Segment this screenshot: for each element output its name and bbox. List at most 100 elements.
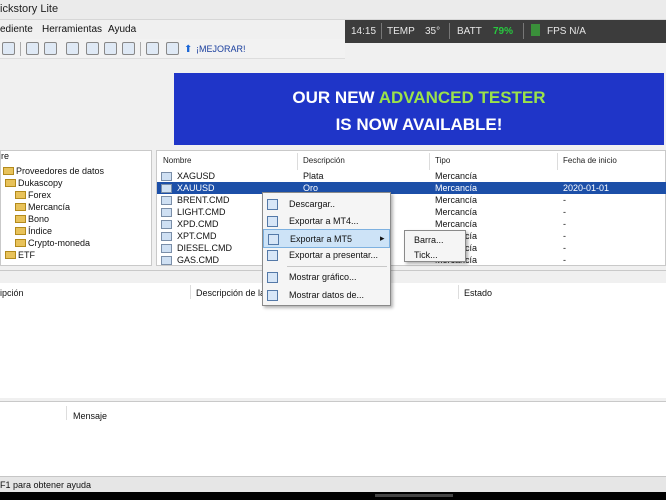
menu-item-show-chart[interactable]: Mostrar gráfico... bbox=[263, 268, 390, 287]
hud-batt-label: BATT bbox=[457, 26, 482, 37]
taskbar-indicator bbox=[375, 494, 453, 497]
title-bar: ickstory Lite bbox=[0, 0, 666, 20]
hud-divider bbox=[381, 23, 382, 39]
column-divider[interactable] bbox=[297, 153, 298, 170]
hud-time: 14:15 bbox=[351, 26, 377, 37]
toolbar-delete-icon[interactable] bbox=[104, 42, 117, 55]
banner-line-1: OUR NEW ADVANCED TESTER bbox=[292, 88, 546, 107]
cell-start-date: - bbox=[563, 207, 566, 217]
cell-type: Mercancía bbox=[435, 183, 478, 193]
menu-item-export-presenter[interactable]: Exportar a presentar... bbox=[263, 246, 390, 265]
toolbar-copy-icon[interactable] bbox=[86, 42, 99, 55]
column-header-description[interactable]: ipción bbox=[0, 288, 24, 298]
instrument-icon bbox=[161, 172, 172, 181]
folder-icon bbox=[15, 239, 26, 247]
hud-chart-icon bbox=[531, 24, 540, 36]
instrument-icon bbox=[161, 232, 172, 241]
cell-type: Mercancía bbox=[435, 207, 478, 217]
mt5-icon bbox=[268, 234, 279, 245]
table-row[interactable]: BRENT.CMD Mercancía - bbox=[157, 194, 666, 206]
promo-banner[interactable]: OUR NEW ADVANCED TESTER IS NOW AVAILABLE… bbox=[174, 73, 664, 145]
tree-item-forex[interactable]: Forex bbox=[15, 190, 51, 200]
toolbar-separator bbox=[20, 42, 21, 56]
table-row[interactable]: XPD.CMD Mercancía - bbox=[157, 218, 666, 230]
column-divider[interactable] bbox=[429, 153, 430, 170]
presenter-icon bbox=[267, 250, 278, 261]
banner-line-2: IS NOW AVAILABLE! bbox=[335, 115, 503, 134]
instrument-icon bbox=[161, 220, 172, 229]
folder-icon bbox=[15, 227, 26, 235]
os-taskbar bbox=[0, 492, 666, 500]
column-header-message[interactable]: Mensaje bbox=[73, 411, 107, 421]
submenu-item-bars[interactable]: Barra... bbox=[414, 235, 444, 245]
menu-herramientas[interactable]: Herramientas bbox=[42, 24, 102, 35]
tree-item-dukascopy[interactable]: Dukascopy bbox=[5, 178, 63, 188]
cell-name: XPD.CMD bbox=[177, 219, 219, 229]
folder-icon bbox=[5, 179, 16, 187]
column-header-start-date[interactable]: Fecha de inicio bbox=[563, 156, 617, 165]
folder-icon bbox=[3, 167, 14, 175]
folder-icon bbox=[15, 191, 26, 199]
tree-item-crypto[interactable]: Crypto-moneda bbox=[15, 238, 90, 248]
context-menu: Descargar.. Exportar a MT4... Exportar a… bbox=[262, 192, 391, 306]
tree-item-etf[interactable]: ETF bbox=[5, 250, 35, 260]
cell-name: XAGUSD bbox=[177, 171, 216, 181]
submenu-item-ticks[interactable]: Tick... bbox=[414, 250, 438, 260]
mt4-icon bbox=[267, 216, 278, 227]
upgrade-button[interactable]: ¡MEJORAR! bbox=[196, 44, 246, 54]
menu-bar: ediente Herramientas Ayuda bbox=[0, 20, 340, 39]
tree-item-providers[interactable]: Proveedores de datos bbox=[3, 166, 104, 176]
tree-item-bono[interactable]: Bono bbox=[15, 214, 49, 224]
menu-separator bbox=[287, 266, 387, 267]
menu-item-show-data[interactable]: Mostrar datos de... bbox=[263, 286, 390, 305]
column-divider[interactable] bbox=[190, 285, 191, 299]
column-header-name[interactable]: Nombre bbox=[163, 156, 191, 165]
cell-name: XPT.CMD bbox=[177, 231, 217, 241]
toolbar-settings-icon[interactable] bbox=[44, 42, 57, 55]
table-row[interactable]: LIGHT.CMD Mercancía - bbox=[157, 206, 666, 218]
toolbar-export-icon[interactable] bbox=[66, 42, 79, 55]
menu-expediente[interactable]: ediente bbox=[0, 24, 33, 35]
upgrade-arrow-icon: ⬆ bbox=[184, 44, 193, 55]
toolbar bbox=[0, 39, 345, 59]
data-icon bbox=[267, 290, 278, 301]
column-header-description[interactable]: Descripción bbox=[303, 156, 345, 165]
toolbar-chart-icon[interactable] bbox=[146, 42, 159, 55]
hud-batt-value: 79% bbox=[493, 26, 514, 37]
cell-name: BRENT.CMD bbox=[177, 195, 230, 205]
toolbar-separator bbox=[140, 42, 141, 56]
column-header-status[interactable]: Estado bbox=[464, 288, 492, 298]
status-text: F1 para obtener ayuda bbox=[0, 480, 92, 490]
instrument-icon bbox=[161, 208, 172, 217]
column-header-type[interactable]: Tipo bbox=[435, 156, 450, 165]
window-title: ickstory Lite bbox=[0, 3, 59, 15]
toolbar-open-icon[interactable] bbox=[2, 42, 15, 55]
column-divider[interactable] bbox=[66, 406, 67, 420]
instrument-icon bbox=[161, 184, 172, 193]
tree-header: re bbox=[1, 151, 10, 161]
column-divider[interactable] bbox=[458, 285, 459, 299]
menu-ayuda[interactable]: Ayuda bbox=[108, 24, 136, 35]
cell-start-date: - bbox=[563, 195, 566, 205]
banner-highlight: ADVANCED TESTER bbox=[378, 88, 546, 107]
tree-item-mercancia[interactable]: Mercancía bbox=[15, 202, 70, 212]
cell-start-date: - bbox=[563, 243, 566, 253]
cell-type: Mercancía bbox=[435, 195, 478, 205]
toolbar-edit-icon[interactable] bbox=[166, 42, 179, 55]
cell-name: DIESEL.CMD bbox=[177, 243, 233, 253]
chart-icon bbox=[267, 272, 278, 283]
toolbar-grid-icon[interactable] bbox=[122, 42, 135, 55]
table-row-selected[interactable]: XAUUSD Oro Mercancía 2020-01-01 bbox=[157, 182, 666, 194]
tree-item-indice[interactable]: Índice bbox=[15, 226, 52, 236]
hud-divider bbox=[449, 23, 450, 39]
status-bar: F1 para obtener ayuda bbox=[0, 476, 666, 492]
cell-name: XAUUSD bbox=[177, 183, 215, 193]
folder-icon bbox=[15, 203, 26, 211]
cell-type: Mercancía bbox=[435, 171, 478, 181]
hud-divider bbox=[523, 23, 524, 39]
cell-description: Plata bbox=[303, 171, 324, 181]
toolbar-download-icon[interactable] bbox=[26, 42, 39, 55]
instrument-icon bbox=[161, 196, 172, 205]
table-row[interactable]: XAGUSD Plata Mercancía bbox=[157, 170, 666, 182]
column-divider[interactable] bbox=[557, 153, 558, 170]
